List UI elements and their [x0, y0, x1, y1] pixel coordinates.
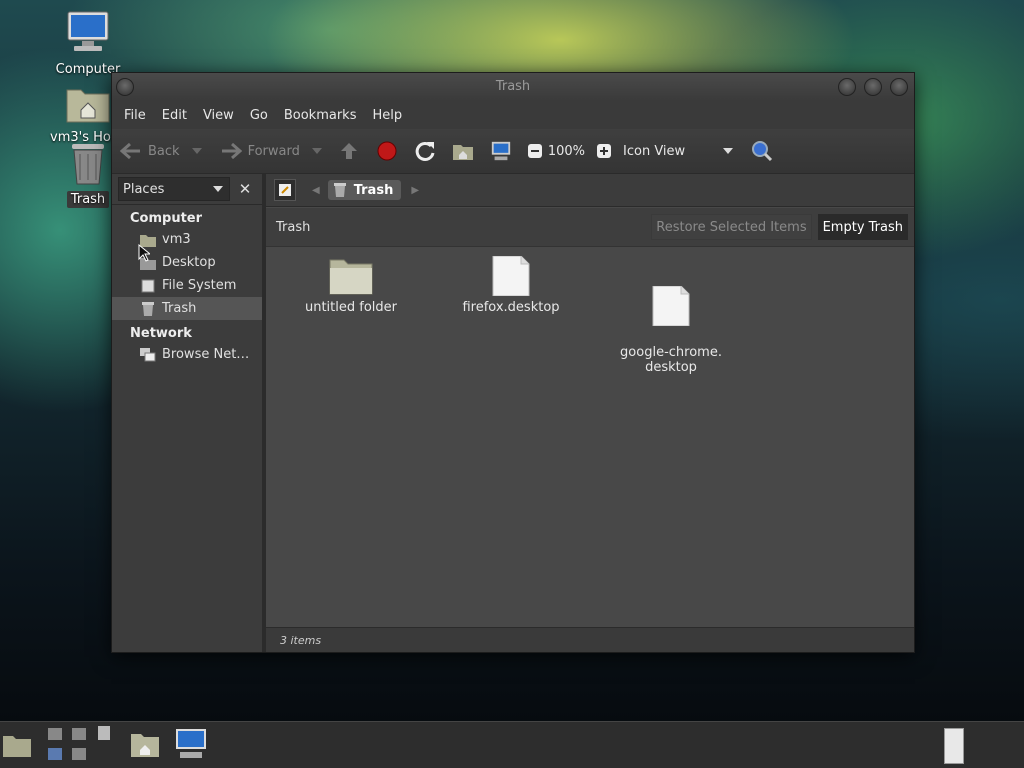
- path-scroll-left-icon[interactable]: ◀: [312, 185, 320, 196]
- menu-help[interactable]: Help: [364, 108, 410, 123]
- file-name: untitled folder: [304, 300, 397, 315]
- toolbar: Back Forward 100% Icon View: [112, 129, 914, 174]
- zoom-level: 100%: [547, 143, 586, 159]
- drive-icon: [140, 278, 156, 294]
- location-edit-icon[interactable]: [274, 179, 296, 201]
- menu-view[interactable]: View: [195, 108, 242, 123]
- mouse-cursor-icon: [138, 243, 152, 266]
- file-manager-window: Trash File Edit View Go Bookmarks Help B…: [111, 72, 915, 653]
- sidebar-item-label: vm3: [162, 232, 191, 247]
- menu-edit[interactable]: Edit: [154, 108, 195, 123]
- trash-info-bar: Trash Restore Selected Items Empty Trash: [266, 208, 914, 247]
- back-button[interactable]: Back: [120, 140, 202, 162]
- sidebar-dropdown-icon: [213, 186, 223, 192]
- window-titlebar[interactable]: Trash: [112, 73, 914, 101]
- document-icon: [451, 255, 571, 300]
- trash-icon: [332, 182, 348, 198]
- menu-file[interactable]: File: [116, 108, 154, 123]
- sidebar-section-computer: Computer: [130, 211, 203, 226]
- path-bar: ◀ Trash ▶: [266, 174, 914, 207]
- path-crumb-trash[interactable]: Trash: [327, 180, 402, 200]
- workspace-switcher[interactable]: [944, 728, 964, 764]
- desktop-icon-computer[interactable]: Computer: [50, 8, 126, 77]
- forward-history-dropdown-icon[interactable]: [311, 148, 322, 154]
- sidebar-close-icon[interactable]: ✕: [234, 180, 256, 198]
- sidebar-item-file-system[interactable]: File System: [112, 274, 262, 297]
- restore-selected-button[interactable]: Restore Selected Items: [651, 214, 812, 240]
- sidebar-item-vm3[interactable]: vm3: [112, 228, 262, 251]
- home-icon[interactable]: [452, 140, 474, 162]
- sidebar-item-label: Browse Net…: [162, 347, 250, 362]
- sidebar-item-label: Trash: [162, 301, 197, 316]
- file-item[interactable]: untitled folder: [291, 256, 411, 315]
- sidebar-section-network: Network: [130, 326, 192, 341]
- trash-icon: [140, 301, 156, 317]
- home-folder-launcher-icon[interactable]: [130, 730, 160, 762]
- forward-arrow-icon: [220, 140, 242, 162]
- sidebar: Places ✕ Computer vm3 Desktop File Syste…: [112, 174, 266, 652]
- menu-go[interactable]: Go: [242, 108, 276, 123]
- menubar: File Edit View Go Bookmarks Help: [112, 101, 914, 129]
- sidebar-item-label: File System: [162, 278, 237, 293]
- file-name: google-chrome. desktop: [620, 345, 722, 375]
- computer-launcher-icon[interactable]: [174, 728, 208, 764]
- sidebar-item-label: Desktop: [162, 255, 216, 270]
- maximize-button[interactable]: [864, 78, 882, 96]
- menu-bookmarks[interactable]: Bookmarks: [276, 108, 365, 123]
- forward-label: Forward: [247, 143, 300, 159]
- back-arrow-icon: [120, 140, 142, 162]
- path-crumb-label: Trash: [353, 182, 394, 198]
- computer-icon[interactable]: [490, 140, 512, 162]
- minimize-button[interactable]: [838, 78, 856, 96]
- sidebar-item-desktop[interactable]: Desktop: [112, 251, 262, 274]
- back-label: Back: [148, 143, 180, 159]
- content-area: ◀ Trash ▶ Trash Restore Selected Items E…: [266, 174, 914, 652]
- network-icon: [140, 347, 156, 363]
- desktop-icon-label: Trash: [66, 191, 110, 208]
- up-arrow-icon[interactable]: [338, 140, 360, 162]
- back-history-dropdown-icon[interactable]: [191, 148, 202, 154]
- view-mode-select[interactable]: Icon View: [623, 143, 734, 159]
- sidebar-selector-label: Places: [123, 181, 165, 197]
- search-icon[interactable]: [751, 140, 773, 162]
- sidebar-item-browse-network[interactable]: Browse Net…: [112, 343, 262, 366]
- folder-icon: [291, 256, 411, 300]
- zoom-out-icon[interactable]: [524, 140, 546, 162]
- window-title: Trash: [495, 79, 531, 94]
- forward-button[interactable]: Forward: [220, 140, 322, 162]
- status-bar: 3 items: [266, 627, 914, 652]
- reload-icon[interactable]: [414, 140, 436, 162]
- computer-icon: [50, 8, 126, 60]
- launcher-grid: [46, 726, 118, 764]
- document-icon: [611, 271, 731, 330]
- path-scroll-right-icon[interactable]: ▶: [411, 185, 419, 196]
- sidebar-places-select[interactable]: Places: [118, 177, 230, 201]
- file-item[interactable]: firefox.desktop: [451, 255, 571, 315]
- info-bar-label: Trash: [276, 219, 311, 235]
- stop-icon[interactable]: [376, 140, 398, 162]
- zoom-in-icon[interactable]: [593, 140, 615, 162]
- taskbar: [0, 721, 1024, 768]
- close-button[interactable]: [890, 78, 908, 96]
- file-name: firefox.desktop: [462, 300, 560, 315]
- view-mode-label: Icon View: [623, 143, 686, 159]
- empty-trash-button[interactable]: Empty Trash: [817, 214, 908, 240]
- show-desktop-icon[interactable]: [2, 732, 32, 762]
- file-item[interactable]: google-chrome. desktop: [611, 256, 731, 390]
- view-mode-dropdown-icon: [723, 148, 734, 154]
- sidebar-item-trash[interactable]: Trash: [112, 297, 262, 320]
